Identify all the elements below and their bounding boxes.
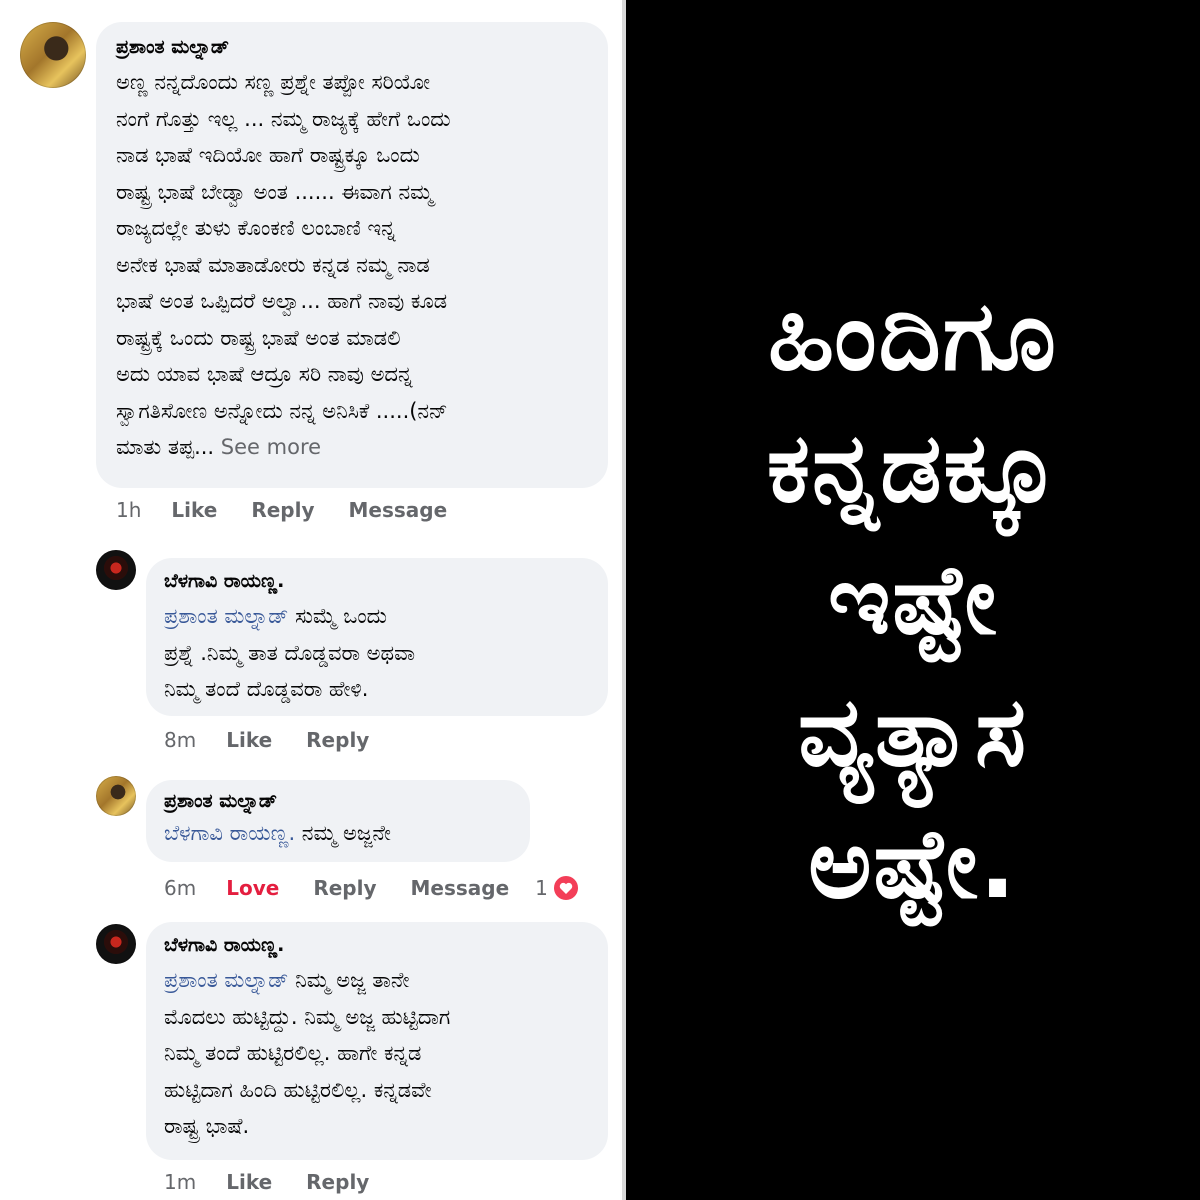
comment-line: ಅನೇಕ ಭಾಷೆ ಮಾತಾಡೋರು ಕನ್ನಡ ನಮ್ಮ ನಾಡ [116,252,430,277]
reply-line: ಹುಟ್ಟಿದಾಗ ಹಿಂದಿ ಹುಟ್ಟಿರಲಿಲ್ಲ. ಕನ್ನಡವೇ [164,1077,432,1102]
heart-icon [551,874,580,902]
user-avatar[interactable] [20,22,86,88]
page-avatar[interactable] [96,550,136,590]
comment-line: ಅದು ಯಾವ ಭಾಷೆ ಆದ್ರೂ ಸರಿ ನಾವು ಅದನ್ನ [116,362,413,386]
reply-timestamp[interactable]: 6m [164,876,196,900]
reply-line: ಪ್ರಶ್ನೆ .ನಿಮ್ಮ ತಾತ ದೊಡ್ಡವರಾ ಅಥವಾ [164,640,415,665]
comment-last-line: ಮಾತು ತಪ್ಪ... [116,435,215,459]
reaction-summary[interactable]: 1 [535,874,580,902]
mention-link[interactable]: ಪ್ರಶಾಂತ ಮಲ್ನಾಡ್ [164,968,288,992]
comment-line: ಮಾತು ತಪ್ಪ... See more [116,429,588,466]
comments-panel: ಪ್ರಶಾಂತ ಮಲ್ನಾಡ್ ಅಣ್ಣ ನನ್ನದೊಂದು ಸಣ್ಣ ಪ್ರಶ… [0,0,626,1200]
like-button[interactable]: Like [171,498,217,522]
comment-line: ಭಾಷೆ ಅಂತ ಒಪ್ಪಿದರೆ ಅಲ್ವಾ... ಹಾಗೆ ನಾವು ಕೂಡ [116,289,448,313]
reply-timestamp[interactable]: 8m [164,728,196,752]
banner-line: ಹಿಂದಿಗೂ [768,280,1058,392]
reply-line: ಬೆಳಗಾವಿ ರಾಯಣ್ಣ. ನಮ್ಮ ಅಜ್ಜನೇ [164,818,512,848]
message-button[interactable]: Message [411,876,510,900]
reply-actions: 8m Like Reply [164,728,403,752]
comment-actions: 1h Like Reply Message [116,498,481,522]
like-button[interactable]: Like [226,728,272,752]
comment-line: ರಾಷ್ಟ್ರ ಭಾಷೆ ಬೇಡ್ವಾ ಅಂತ ...... ಈವಾಗ ನಮ್ಮ [116,179,433,204]
mention-link[interactable]: ಬೆಳಗಾವಿ ರಾಯಣ್ಣ. [164,821,295,845]
like-button[interactable]: Like [226,1170,272,1194]
comment-timestamp[interactable]: 1h [116,498,141,522]
reply-line-rest: ನಿಮ್ಮ ಅಜ್ಜ ತಾನೇ [288,968,410,992]
reply-button[interactable]: Reply [251,498,314,522]
reply-line: ನಿಮ್ಮ ತಂದೆ ಹುಟ್ಟಿರಲಿಲ್ಲ. ಹಾಗೇ ಕನ್ನಡ [164,1041,422,1065]
mention-link[interactable]: ಪ್ರಶಾಂತ ಮಲ್ನಾಡ್ [164,604,288,628]
banner-line: ಅಷ್ಟೇ. [808,808,1018,920]
reply-bubble: ಬೆಳಗಾವಿ ರಾಯಣ್ಣ. ಪ್ರಶಾಂತ ಮಲ್ನಾಡ್ ನಿಮ್ಮ ಅಜ… [146,922,608,1160]
comment-bubble: ಪ್ರಶಾಂತ ಮಲ್ನಾಡ್ ಅಣ್ಣ ನನ್ನದೊಂದು ಸಣ್ಣ ಪ್ರಶ… [96,22,608,488]
reply-button[interactable]: Reply [313,876,376,900]
reply-line: ನಿಮ್ಮ ತಂದೆ ದೊಡ್ಡವರಾ ಹೇಳಿ. [164,677,369,701]
comment-line: ಸ್ವಾಗತಿಸೋಣ ಅನ್ನೋದು ನನ್ನ ಅನಿಸಿಕೆ .....(ನನ… [116,398,448,423]
reply-author[interactable]: ಪ್ರಶಾಂತ ಮಲ್ನಾಡ್ [164,790,512,812]
banner-line: ವ್ಯತ್ಯಾಸ [798,676,1028,788]
comment-text: ಅಣ್ಣ ನನ್ನದೊಂದು ಸಣ್ಣ ಪ್ರಶ್ನೇ ತಪ್ಪೋ ಸರಿಯೋ … [116,64,588,466]
banner-line: ಇಷ್ಟೇ [827,544,999,656]
reply-author[interactable]: ಬೆಳಗಾವಿ ರಾಯಣ್ಣ. [164,934,590,956]
comment-line: ನಂಗೆ ಗೊತ್ತು ಇಲ್ಲ ... ನಮ್ಮ ರಾಜ್ಯಕ್ಕೆ ಹೇಗೆ… [116,106,451,131]
reply-text: ಬೆಳಗಾವಿ ರಾಯಣ್ಣ. ನಮ್ಮ ಅಜ್ಜನೇ [164,818,512,848]
reaction-count: 1 [535,876,548,900]
reply-line-rest: ನಮ್ಮ ಅಜ್ಜನೇ [295,821,391,845]
comment-line: ರಾಷ್ಟ್ರಕ್ಕೆ ಒಂದು ರಾಷ್ಟ್ರ ಭಾಷೆ ಅಂತ ಮಾಡಲಿ [116,325,401,350]
reply-actions: 6m Love Reply Message 1 [164,874,580,902]
reply-bubble: ಪ್ರಶಾಂತ ಮಲ್ನಾಡ್ ಬೆಳಗಾವಿ ರಾಯಣ್ಣ. ನಮ್ಮ ಅಜ್… [146,780,530,862]
reply-button[interactable]: Reply [306,1170,369,1194]
reply-bubble: ಬೆಳಗಾವಿ ರಾಯಣ್ಣ. ಪ್ರಶಾಂತ ಮಲ್ನಾಡ್ ಸುಮ್ಮೆ ಒ… [146,558,608,716]
see-more-link[interactable]: See more [221,435,321,459]
reply-text: ಪ್ರಶಾಂತ ಮಲ್ನಾಡ್ ನಿಮ್ಮ ಅಜ್ಜ ತಾನೇ ಮೊದಲು ಹು… [164,962,590,1145]
reply-button[interactable]: Reply [306,728,369,752]
comment-line: ನಾಡ ಭಾಷೆ ಇದಿಯೋ ಹಾಗೆ ರಾಷ್ಟ್ರಕ್ಕೂ ಒಂದು [116,143,420,167]
banner-line: ಕನ್ನಡಕ್ಕೂ [766,412,1060,524]
message-button[interactable]: Message [349,498,448,522]
comment-line: ರಾಜ್ಯದಲ್ಲೇ ತುಳು ಕೊಂಕಣಿ ಲಂಬಾಣಿ ಇನ್ನ [116,216,396,240]
love-reaction-button[interactable]: Love [226,876,279,900]
reply-author[interactable]: ಬೆಳಗಾವಿ ರಾಯಣ್ಣ. [164,570,590,592]
reply-line-rest: ಸುಮ್ಮೆ ಒಂದು [288,604,387,628]
comment-author[interactable]: ಪ್ರಶಾಂತ ಮಲ್ನಾಡ್ [116,36,588,58]
user-avatar[interactable] [96,776,136,816]
reply-line: ರಾಷ್ಟ್ರ ಭಾಷೆ. [164,1114,250,1138]
comment-line: ಅಣ್ಣ ನನ್ನದೊಂದು ಸಣ್ಣ ಪ್ರಶ್ನೇ ತಪ್ಪೋ ಸರಿಯೋ [116,70,431,94]
reply-line: ಪ್ರಶಾಂತ ಮಲ್ನಾಡ್ ನಿಮ್ಮ ಅಜ್ಜ ತಾನೇ [164,962,590,999]
reply-text: ಪ್ರಶಾಂತ ಮಲ್ನಾಡ್ ಸುಮ್ಮೆ ಒಂದು ಪ್ರಶ್ನೆ .ನಿಮ… [164,598,590,708]
banner-panel: ಹಿಂದಿಗೂ ಕನ್ನಡಕ್ಕೂ ಇಷ್ಟೇ ವ್ಯತ್ಯಾಸ ಅಷ್ಟೇ. [626,0,1200,1200]
reply-line: ಮೊದಲು ಹುಟ್ಟಿದ್ದು. ನಿಮ್ಮ ಅಜ್ಜ ಹುಟ್ಟಿದಾಗ [164,1004,451,1029]
reply-line: ಪ್ರಶಾಂತ ಮಲ್ನಾಡ್ ಸುಮ್ಮೆ ಒಂದು [164,598,590,635]
reply-timestamp[interactable]: 1m [164,1170,196,1194]
reply-actions: 1m Like Reply [164,1170,403,1194]
page-avatar[interactable] [96,924,136,964]
